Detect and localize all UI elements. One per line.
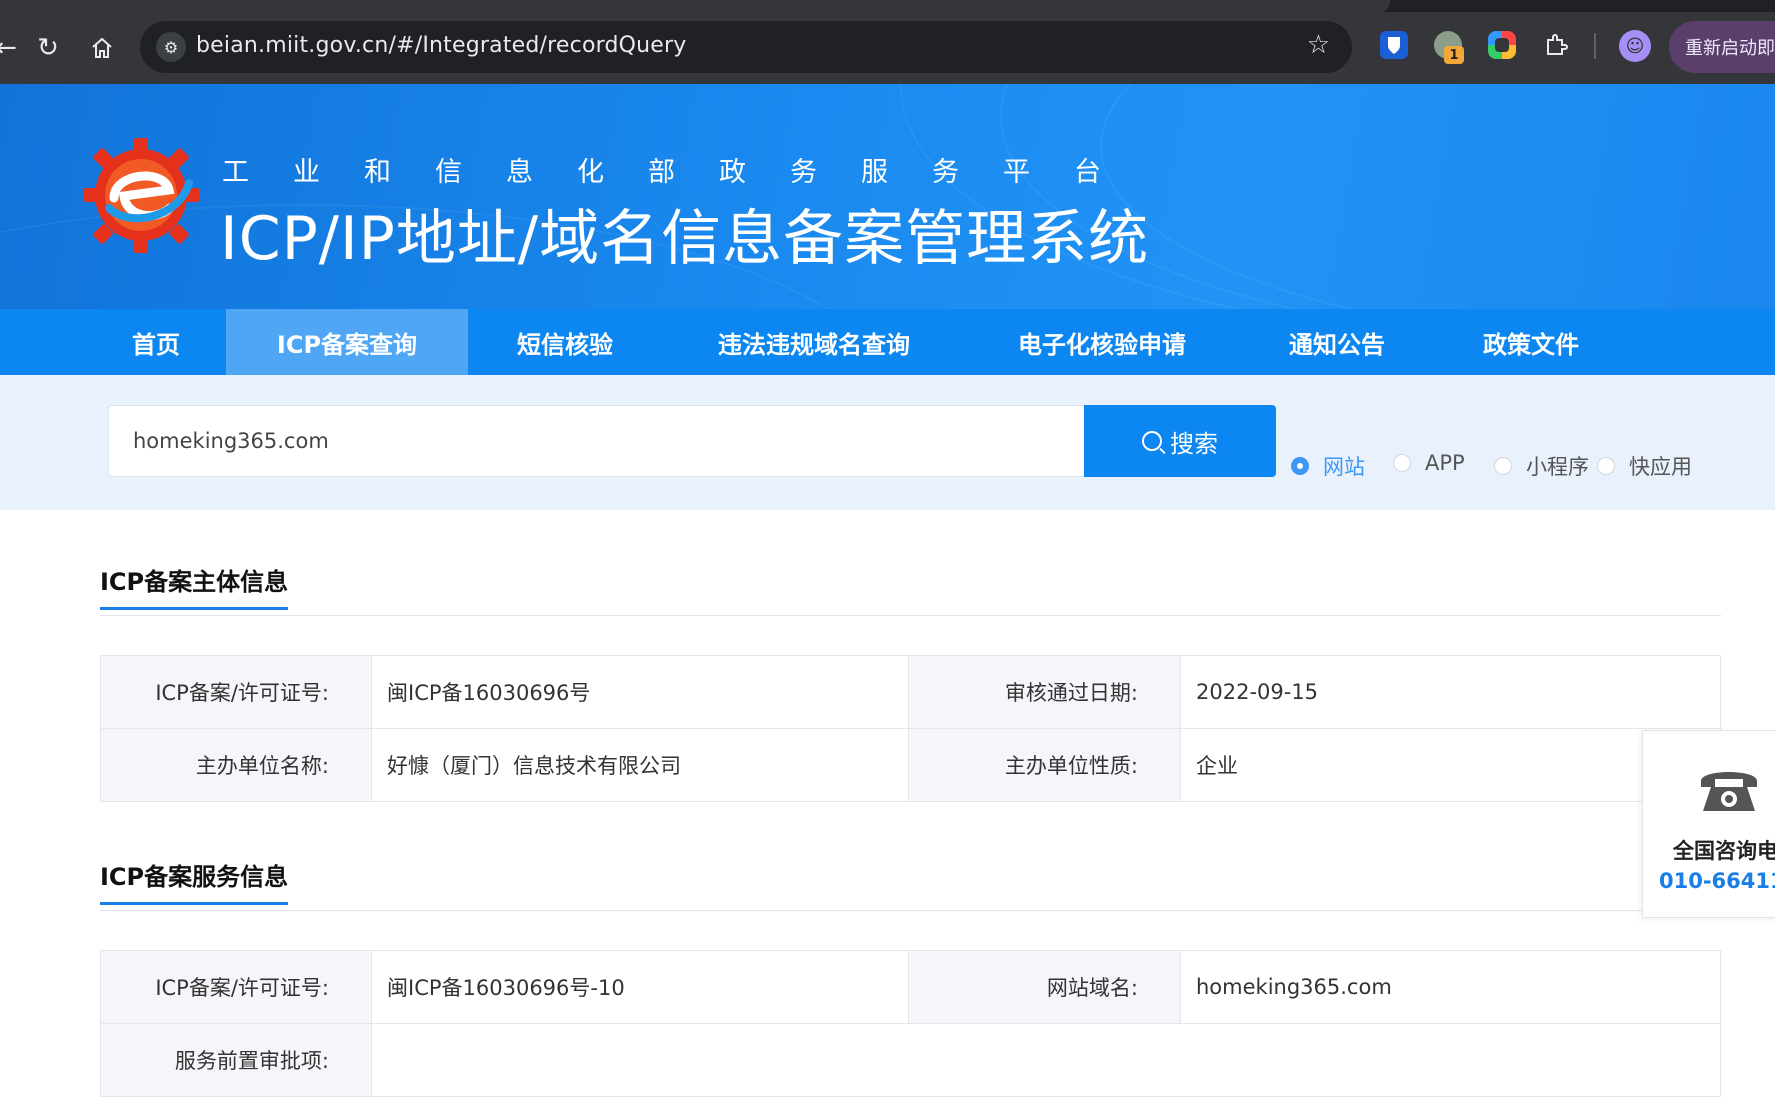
- section-divider: [100, 910, 1721, 911]
- extension-badge: 1: [1444, 46, 1464, 64]
- table-label: 网站域名:: [908, 950, 1181, 1024]
- table-row: 主办单位名称: 好慷（厦门）信息技术有限公司 主办单位性质: 企业: [100, 728, 1721, 802]
- table-label: 服务前置审批项:: [100, 1023, 372, 1097]
- nav-item-icp-query[interactable]: ICP备案查询: [226, 309, 468, 375]
- radio-mini-program[interactable]: 小程序: [1494, 451, 1589, 481]
- table-row: 服务前置审批项:: [100, 1023, 1721, 1097]
- radio-website[interactable]: 网站: [1291, 451, 1365, 481]
- service-info-table: ICP备案/许可证号: 闽ICP备16030696号-10 网站域名: home…: [100, 950, 1721, 1097]
- contact-widget[interactable]: 全国咨询电 010-664111: [1642, 730, 1775, 918]
- reload-icon[interactable]: ↻: [28, 28, 68, 68]
- nav-item-illegal-domain-query[interactable]: 违法违规域名查询: [686, 309, 942, 375]
- telephone-icon: [1701, 772, 1757, 811]
- radio-dot[interactable]: [1597, 457, 1615, 475]
- search-icon: [1142, 431, 1162, 451]
- miit-logo[interactable]: [84, 138, 199, 253]
- table-value: homeking365.com: [1180, 950, 1721, 1024]
- contact-label: 全国咨询电: [1673, 839, 1775, 863]
- table-label: 主办单位性质:: [908, 728, 1181, 802]
- subject-info-table: ICP备案/许可证号: 闽ICP备16030696号 审核通过日期: 2022-…: [100, 655, 1721, 802]
- radio-dot[interactable]: [1291, 457, 1309, 475]
- radio-dot[interactable]: [1494, 457, 1512, 475]
- home-icon[interactable]: [82, 28, 122, 68]
- color-extension-icon[interactable]: [1488, 31, 1516, 59]
- url-text[interactable]: beian.miit.gov.cn/#/Integrated/recordQue…: [196, 33, 687, 58]
- search-area: homeking365.com 搜索 网站 APP 小程序 快应用: [0, 375, 1775, 510]
- subject-section-title: ICP备案主体信息: [100, 562, 289, 610]
- table-value: 2022-09-15: [1180, 655, 1721, 729]
- search-button[interactable]: 搜索: [1084, 405, 1276, 477]
- site-info-icon[interactable]: ⚙: [156, 32, 186, 62]
- radio-quick-app[interactable]: 快应用: [1597, 451, 1692, 481]
- table-label: ICP备案/许可证号:: [100, 655, 372, 729]
- table-row: ICP备案/许可证号: 闽ICP备16030696号-10 网站域名: home…: [100, 950, 1721, 1024]
- nav-item-policy-docs[interactable]: 政策文件: [1456, 309, 1606, 375]
- table-row: ICP备案/许可证号: 闽ICP备16030696号 审核通过日期: 2022-…: [100, 655, 1721, 729]
- tab-strip: [0, 0, 1775, 12]
- table-value: [371, 1023, 1721, 1097]
- system-title: ICP/IP地址/域名信息备案管理系统: [220, 204, 1150, 274]
- table-value: 企业: [1180, 728, 1721, 802]
- table-value: 闽ICP备16030696号-10: [371, 950, 909, 1024]
- profile-avatar[interactable]: ☺: [1619, 30, 1651, 62]
- table-label: 审核通过日期:: [908, 655, 1181, 729]
- radio-label: 网站: [1323, 455, 1365, 479]
- search-input[interactable]: homeking365.com: [108, 405, 1084, 477]
- table-label: ICP备案/许可证号:: [100, 950, 372, 1024]
- back-icon[interactable]: ←: [0, 28, 26, 68]
- radio-label: 快应用: [1629, 455, 1692, 479]
- active-tab[interactable]: [0, 0, 1390, 12]
- table-value: 闽ICP备16030696号: [371, 655, 909, 729]
- nav-item-sms-verify[interactable]: 短信核验: [480, 309, 650, 375]
- restart-button[interactable]: 重新启动即: [1669, 21, 1775, 73]
- radio-label: 小程序: [1526, 455, 1589, 479]
- bookmark-star-icon[interactable]: ☆: [1307, 30, 1330, 60]
- main-nav: 首页 ICP备案查询 短信核验 违法违规域名查询 电子化核验申请 通知公告 政策…: [0, 309, 1775, 375]
- toolbar-divider: [1594, 33, 1596, 59]
- address-bar[interactable]: ⚙ beian.miit.gov.cn/#/Integrated/recordQ…: [140, 21, 1352, 73]
- service-section-title: ICP备案服务信息: [100, 857, 289, 905]
- bitwarden-extension-icon[interactable]: [1380, 31, 1408, 59]
- section-divider: [100, 615, 1721, 616]
- nav-item-electronic-verify[interactable]: 电子化核验申请: [992, 309, 1212, 375]
- radio-app[interactable]: APP: [1393, 451, 1465, 475]
- table-value: 好慷（厦门）信息技术有限公司: [371, 728, 909, 802]
- site-header: 工业和信息化部政务服务平台 ICP/IP地址/域名信息备案管理系统: [0, 84, 1775, 309]
- ministry-title: 工业和信息化部政务服务平台: [222, 157, 1145, 188]
- contact-phone-number[interactable]: 010-664111: [1659, 869, 1775, 893]
- radio-label: APP: [1425, 451, 1465, 475]
- browser-toolbar: ← ↻ ⚙ beian.miit.gov.cn/#/Integrated/rec…: [0, 0, 1775, 84]
- puzzle-extensions-icon[interactable]: [1542, 31, 1570, 59]
- radio-dot[interactable]: [1393, 454, 1411, 472]
- nav-item-home[interactable]: 首页: [88, 309, 224, 375]
- nav-item-notices[interactable]: 通知公告: [1262, 309, 1412, 375]
- table-label: 主办单位名称:: [100, 728, 372, 802]
- search-button-label: 搜索: [1170, 429, 1218, 458]
